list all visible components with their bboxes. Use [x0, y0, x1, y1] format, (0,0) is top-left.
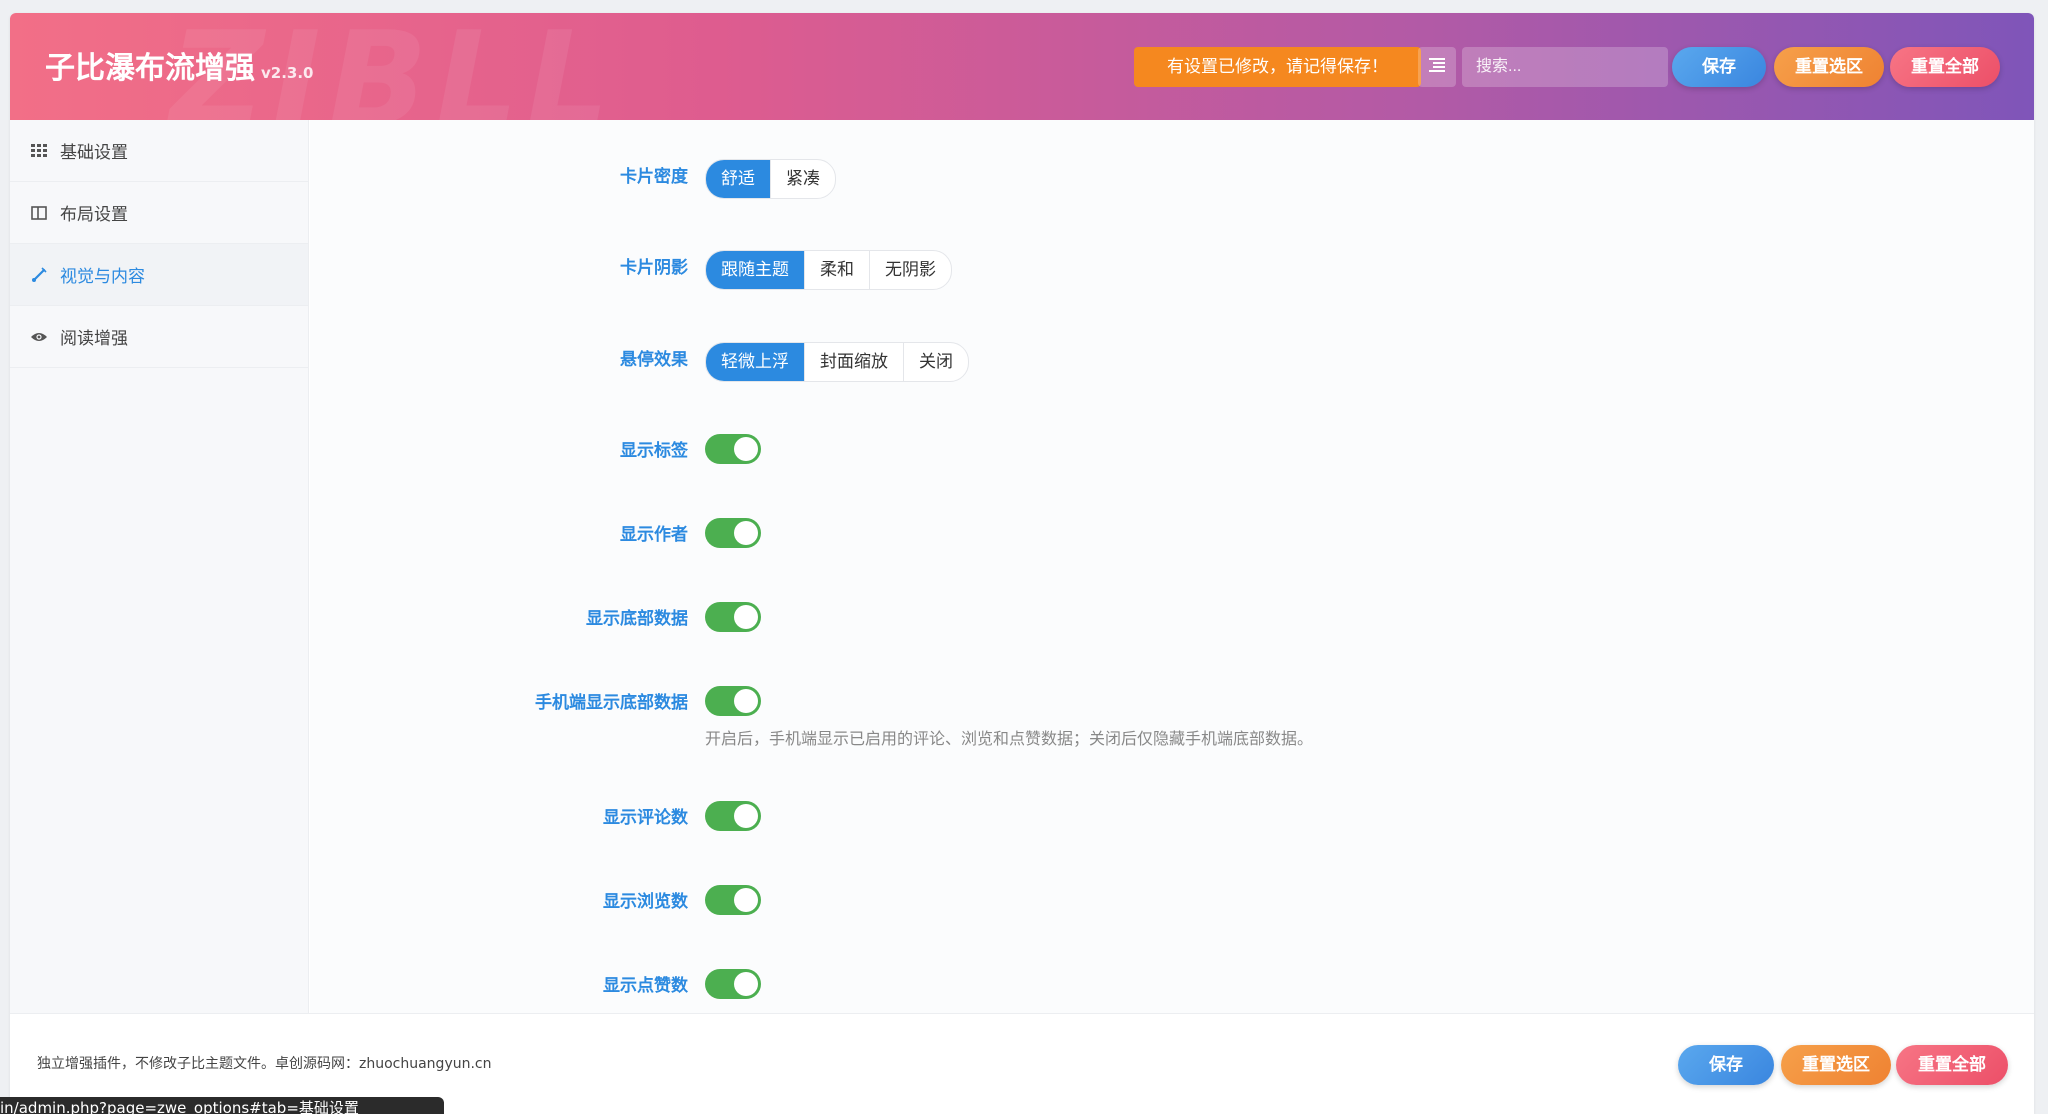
reset-section-button[interactable]: 重置选区 — [1774, 47, 1884, 87]
footer-text: 独立增强插件，不修改子比主题文件。卓创源码网：zhuochuangyun.cn — [37, 1056, 492, 1072]
eye-icon — [30, 328, 48, 346]
sidebar-item-label: 阅读增强 — [60, 329, 128, 349]
list-icon[interactable] — [1418, 47, 1456, 87]
setting-row-show-author: 显示作者 — [310, 480, 2034, 565]
setting-label: 悬停效果 — [620, 350, 688, 370]
setting-description: 开启后，手机端显示已启用的评论、浏览和点赞数据；关闭后仅隐藏手机端底部数据。 — [705, 729, 1314, 748]
brush-icon — [30, 266, 48, 284]
setting-row-card-density: 卡片密度 舒适 紧凑 — [310, 120, 2034, 213]
plugin-title-text: 子比瀑布流增强 — [45, 51, 255, 86]
sidebar: 基础设置 布局设置 视觉与内容 阅读增强 — [10, 120, 309, 1013]
settings-panel: ZIBLL 子比瀑布流增强v2.3.0 有设置已修改，请记得保存！ 保存 重置选… — [10, 13, 2034, 1114]
option-off[interactable]: 关闭 — [903, 343, 968, 381]
toggle-knob — [734, 689, 758, 713]
toggle-knob — [734, 437, 758, 461]
card-shadow-selector: 跟随主题 柔和 无阴影 — [705, 250, 952, 290]
show-bottom-data-toggle[interactable] — [705, 602, 761, 632]
setting-row-show-views: 显示浏览数 — [310, 849, 2034, 934]
setting-row-show-likes: 显示点赞数 — [310, 933, 2034, 1013]
columns-icon — [30, 204, 48, 222]
toggle-knob — [734, 521, 758, 545]
show-likes-toggle[interactable] — [705, 969, 761, 999]
card-density-selector: 舒适 紧凑 — [705, 159, 836, 199]
setting-label: 显示标签 — [620, 441, 688, 461]
mobile-bottom-data-toggle[interactable] — [705, 686, 761, 716]
setting-row-show-tags: 显示标签 — [310, 396, 2034, 481]
option-no-shadow[interactable]: 无阴影 — [869, 251, 951, 289]
sidebar-item-label: 基础设置 — [60, 143, 128, 163]
footer-reset-section-button[interactable]: 重置选区 — [1781, 1045, 1891, 1085]
sidebar-item-layout[interactable]: 布局设置 — [10, 182, 308, 244]
toggle-knob — [734, 804, 758, 828]
setting-label: 显示浏览数 — [603, 892, 688, 912]
option-compact[interactable]: 紧凑 — [770, 160, 835, 198]
sidebar-item-basic[interactable]: 基础设置 — [10, 120, 308, 182]
setting-label: 卡片密度 — [620, 167, 688, 187]
search-input[interactable] — [1462, 47, 1668, 87]
sidebar-item-label: 布局设置 — [60, 205, 128, 225]
reset-all-button[interactable]: 重置全部 — [1890, 47, 2000, 87]
hover-effect-selector: 轻微上浮 封面缩放 关闭 — [705, 342, 969, 382]
setting-label: 显示底部数据 — [586, 609, 688, 629]
option-comfortable[interactable]: 舒适 — [706, 160, 770, 198]
setting-row-card-shadow: 卡片阴影 跟随主题 柔和 无阴影 — [310, 212, 2034, 305]
setting-row-show-bottom-data: 显示底部数据 — [310, 564, 2034, 649]
plugin-title: 子比瀑布流增强 v2.3.0 — [45, 43, 314, 87]
version-badge: v2.3.0 — [261, 64, 314, 82]
footer-reset-all-button[interactable]: 重置全部 — [1896, 1045, 2008, 1085]
setting-row-show-comments: 显示评论数 — [310, 765, 2034, 850]
show-tags-toggle[interactable] — [705, 434, 761, 464]
footer-save-button[interactable]: 保存 — [1678, 1045, 1774, 1085]
header-bar: ZIBLL 子比瀑布流增强v2.3.0 有设置已修改，请记得保存！ 保存 重置选… — [10, 13, 2034, 120]
toggle-knob — [734, 972, 758, 996]
sidebar-item-label: 视觉与内容 — [60, 267, 145, 287]
toggle-knob — [734, 605, 758, 629]
grid-icon — [30, 142, 48, 160]
show-author-toggle[interactable] — [705, 518, 761, 548]
setting-label: 显示评论数 — [603, 808, 688, 828]
setting-row-mobile-bottom-data: 手机端显示底部数据 开启后，手机端显示已启用的评论、浏览和点赞数据；关闭后仅隐藏… — [310, 648, 2034, 766]
sidebar-item-reading[interactable]: 阅读增强 — [10, 306, 308, 368]
sidebar-item-visual[interactable]: 视觉与内容 — [10, 244, 308, 306]
setting-label: 显示点赞数 — [603, 976, 688, 996]
show-views-toggle[interactable] — [705, 885, 761, 915]
setting-label: 卡片阴影 — [620, 258, 688, 278]
setting-row-hover-effect: 悬停效果 轻微上浮 封面缩放 关闭 — [310, 304, 2034, 397]
toggle-knob — [734, 888, 758, 912]
option-slight-lift[interactable]: 轻微上浮 — [706, 343, 804, 381]
option-cover-zoom[interactable]: 封面缩放 — [804, 343, 903, 381]
setting-label: 显示作者 — [620, 525, 688, 545]
save-button[interactable]: 保存 — [1672, 47, 1766, 87]
option-soft[interactable]: 柔和 — [804, 251, 869, 289]
settings-content: 卡片密度 舒适 紧凑 卡片阴影 跟随主题 柔和 无阴影 悬停效果 轻微上浮 封面… — [310, 120, 2034, 1013]
show-comments-toggle[interactable] — [705, 801, 761, 831]
option-follow-theme[interactable]: 跟随主题 — [706, 251, 804, 289]
browser-status-url: in/admin.php?page=zwe_options#tab=基础设置 — [0, 1097, 444, 1114]
unsaved-changes-notice: 有设置已修改，请记得保存！ — [1134, 47, 1421, 87]
setting-label: 手机端显示底部数据 — [535, 693, 688, 713]
